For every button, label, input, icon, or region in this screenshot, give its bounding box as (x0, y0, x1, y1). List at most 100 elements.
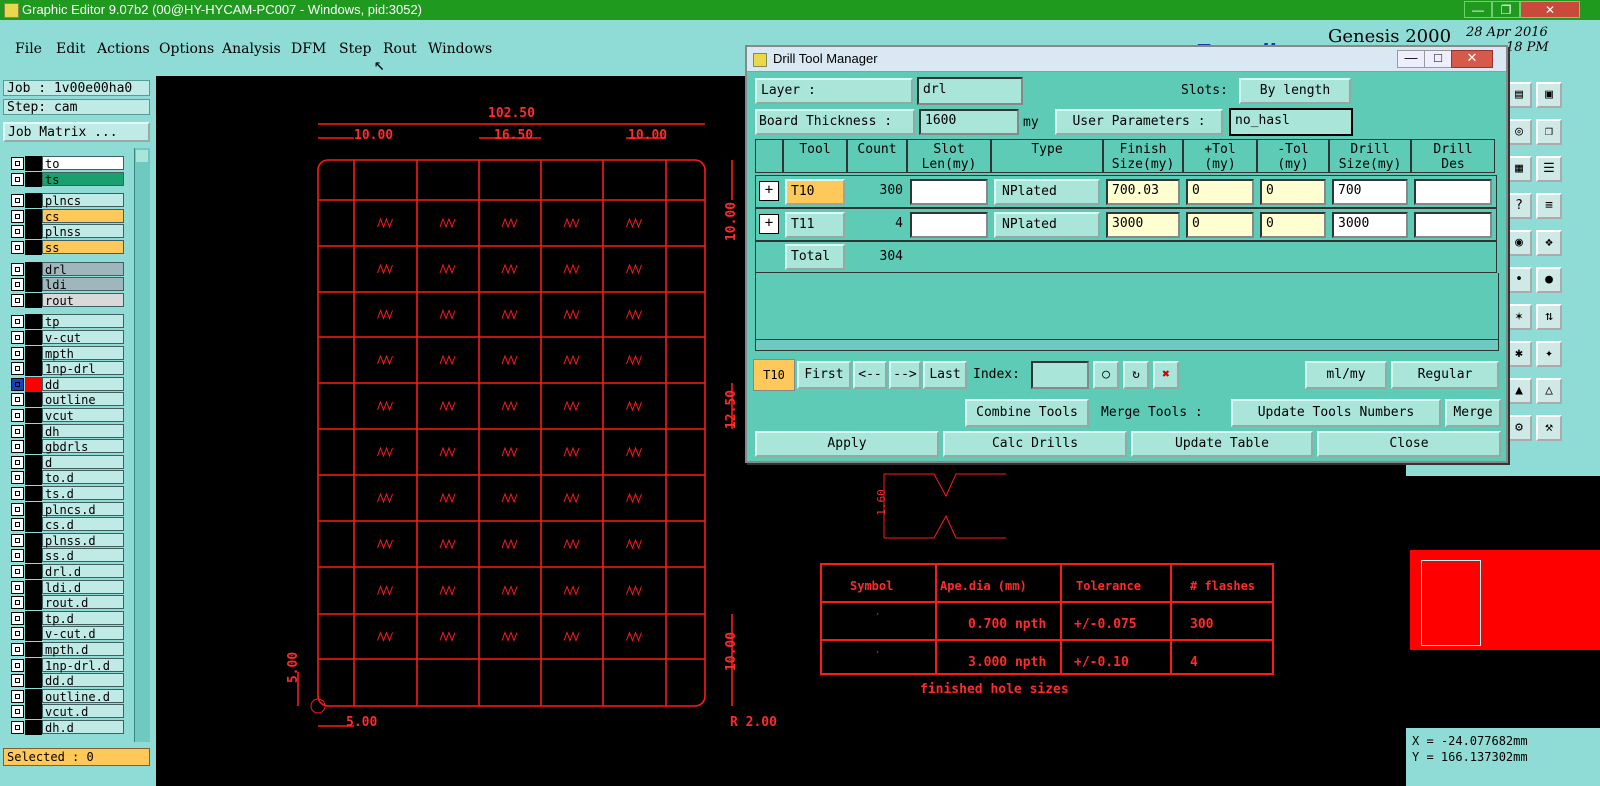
layer-checkbox[interactable] (11, 643, 24, 656)
layer-name[interactable]: outline.d (42, 688, 124, 704)
slot-field[interactable] (910, 212, 988, 238)
layer-affected-marker[interactable] (25, 193, 42, 209)
layer-checkbox[interactable] (11, 518, 24, 532)
bulb-icon[interactable]: ○ (1093, 361, 1119, 389)
layer-name[interactable]: ldi (42, 277, 124, 292)
layer-checkbox[interactable] (11, 315, 24, 329)
layer-affected-marker[interactable] (25, 423, 42, 439)
layer-name[interactable]: plnss (42, 224, 124, 239)
layer-name[interactable]: ts (42, 171, 124, 187)
layer-affected-marker[interactable] (25, 579, 42, 595)
layer-row[interactable]: rout (11, 292, 125, 308)
merge-button[interactable]: Merge (1445, 399, 1501, 427)
menu-rout[interactable]: Rout (383, 41, 417, 57)
layer-row[interactable]: gbdrls (11, 439, 125, 455)
layer-checkbox[interactable] (11, 549, 24, 563)
layer-affected-marker[interactable] (25, 610, 42, 626)
close-window-button[interactable]: ✕ (1520, 1, 1580, 18)
layer-row[interactable]: to.d (11, 470, 125, 486)
layer-affected-marker[interactable] (25, 261, 42, 277)
layer-affected-marker[interactable] (25, 439, 42, 455)
restore-button[interactable]: ❐ (1492, 1, 1520, 18)
layer-checkbox[interactable] (11, 172, 24, 186)
finish-field[interactable]: 700.03 (1106, 179, 1180, 205)
layer-affected-marker[interactable] (25, 454, 42, 470)
layer-row[interactable]: plncs.d (11, 501, 125, 517)
drill-field[interactable]: 3000 (1332, 212, 1408, 238)
layer-row[interactable]: outline.d (11, 688, 125, 704)
layer-name[interactable]: outline (42, 392, 124, 407)
layers-icon[interactable]: ▤ (1506, 82, 1532, 108)
dialog-close-x-button[interactable]: ✕ (1451, 50, 1493, 68)
board-thickness-field[interactable]: 1600 (919, 109, 1019, 135)
layer-checkbox[interactable] (11, 627, 24, 641)
layer-checkbox[interactable] (11, 596, 24, 610)
menu-analysis[interactable]: Analysis (222, 41, 281, 57)
layer-row[interactable]: vcut (11, 408, 125, 423)
type-dropdown[interactable]: NPlated (994, 212, 1100, 238)
layer-row[interactable]: 1np-drl (11, 361, 125, 377)
first-button[interactable]: First (797, 361, 851, 389)
asterisk-icon[interactable]: ✱ (1506, 341, 1532, 367)
layer-name[interactable]: dd (42, 376, 124, 392)
menu-actions[interactable]: Actions (97, 41, 150, 57)
layer-affected-marker[interactable] (25, 314, 42, 330)
layer-checkbox[interactable] (11, 580, 24, 594)
layer-row[interactable]: plnss (11, 224, 125, 240)
layer-affected-marker[interactable] (25, 156, 42, 171)
layer-checkbox[interactable] (11, 424, 24, 438)
layer-name[interactable]: to (42, 156, 124, 171)
layer-checkbox[interactable] (11, 393, 24, 407)
layer-affected-marker[interactable] (25, 642, 42, 657)
layer-affected-marker[interactable] (25, 408, 42, 423)
triangle-icon[interactable]: ▲ (1506, 378, 1532, 404)
ptol-field[interactable]: 0 (1186, 212, 1254, 238)
layer-affected-marker[interactable] (25, 517, 42, 533)
layer-affected-marker[interactable] (25, 392, 42, 408)
menu-options[interactable]: Options (159, 41, 214, 57)
layer-row[interactable]: rout.d (11, 595, 125, 611)
layer-checkbox[interactable] (11, 471, 24, 485)
layer-list-scrollbar[interactable] (134, 148, 150, 742)
layer-affected-marker[interactable] (25, 224, 42, 240)
layer-affected-marker[interactable] (25, 330, 42, 345)
ntol-field[interactable]: 0 (1260, 179, 1326, 205)
layer-row[interactable]: 1np-drl.d (11, 657, 125, 673)
layer-checkbox[interactable] (11, 225, 24, 239)
layer-checkbox[interactable] (11, 611, 24, 625)
layer-affected-marker[interactable] (25, 486, 42, 501)
apply-button[interactable]: Apply (755, 431, 939, 457)
layer-checkbox[interactable] (11, 278, 24, 292)
layer-row[interactable]: tp (11, 314, 125, 330)
layer-row[interactable]: mpth (11, 345, 125, 361)
tool-button[interactable]: T11 (785, 212, 845, 238)
type-dropdown[interactable]: NPlated (994, 179, 1100, 205)
layer-name[interactable]: d (42, 454, 124, 470)
layer-row[interactable]: vcut.d (11, 704, 125, 720)
layer-affected-marker[interactable] (25, 171, 42, 187)
overview-viewport[interactable] (1421, 560, 1481, 646)
help-icon[interactable]: ? (1506, 193, 1532, 219)
layer-affected-marker[interactable] (25, 292, 42, 308)
layer-checkbox[interactable] (11, 689, 24, 703)
layer-name[interactable]: ss (42, 240, 124, 255)
layer-row[interactable]: cs (11, 208, 125, 224)
drill-field[interactable]: 700 (1332, 179, 1408, 205)
layer-checkbox[interactable] (11, 241, 24, 254)
mode-dropdown[interactable]: Regular (1391, 361, 1499, 389)
layer-name[interactable]: plncs (42, 193, 124, 208)
minimize-button[interactable]: — (1464, 1, 1492, 18)
layer-name[interactable]: ss.d (42, 548, 124, 563)
menu-step[interactable]: Step (339, 41, 371, 57)
layer-row[interactable]: ldi.d (11, 579, 125, 595)
layer-affected-marker[interactable] (25, 720, 42, 735)
layer-checkbox[interactable] (11, 502, 24, 516)
refresh-icon[interactable]: ↻ (1123, 361, 1149, 389)
layer-field[interactable]: drl (917, 77, 1023, 105)
layer-affected-marker[interactable] (25, 704, 42, 720)
delete-icon[interactable]: ✖ (1153, 361, 1179, 389)
des-field[interactable] (1414, 212, 1492, 238)
user-parameters-field[interactable]: no_hasl (1229, 108, 1353, 136)
last-button[interactable]: Last (923, 361, 967, 389)
flip-icon[interactable]: ⇅ (1536, 304, 1562, 330)
